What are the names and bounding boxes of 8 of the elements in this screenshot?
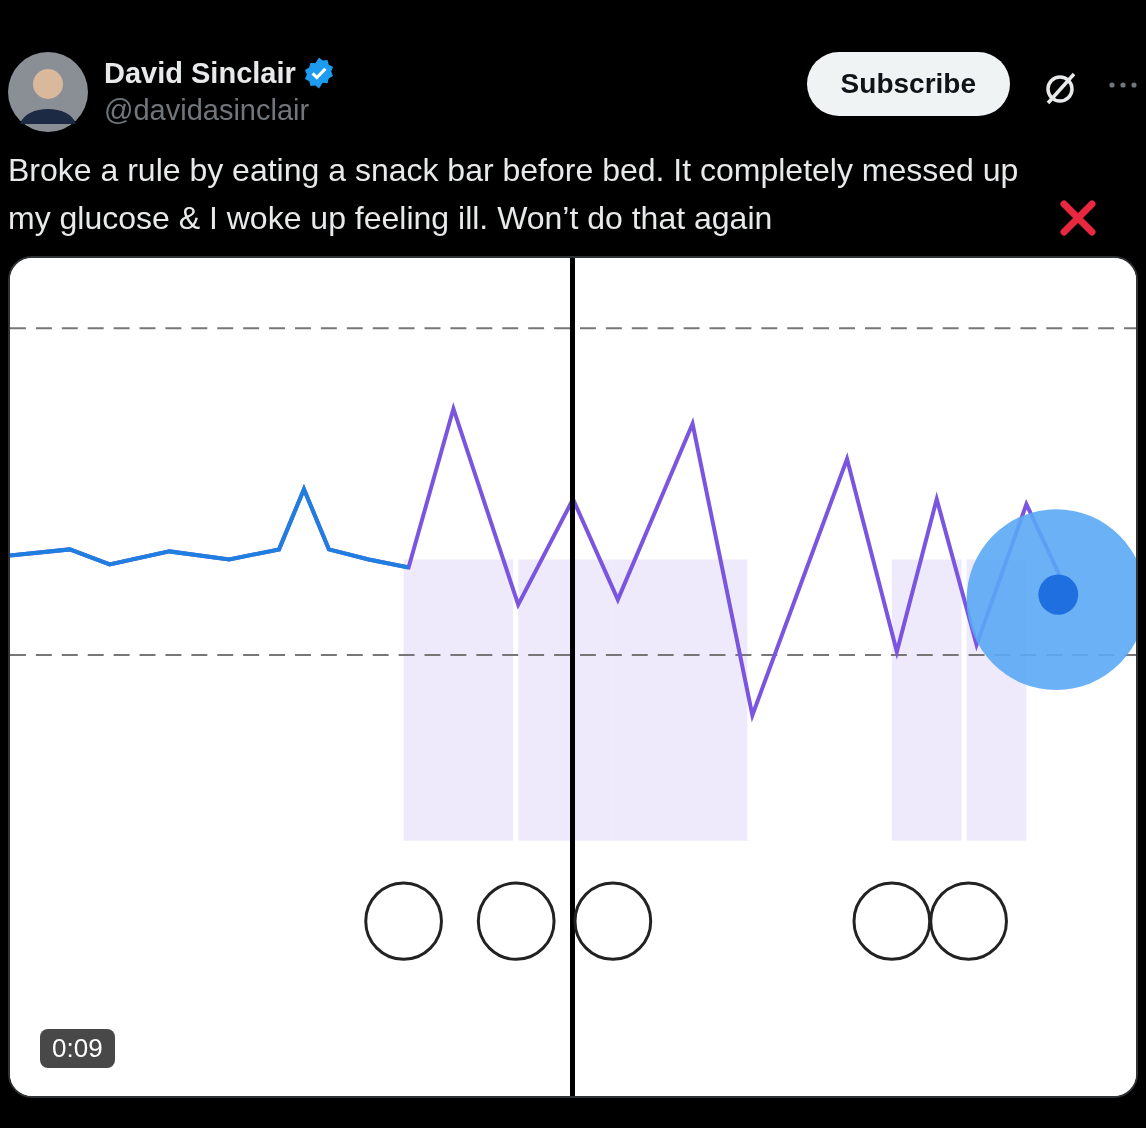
avatar[interactable]	[8, 52, 88, 132]
tweet-text: Broke a rule by eating a snack bar before bed. It completely messed up my glucose & I woke up feeling ill. Won’t do that again	[8, 151, 1020, 238]
author-handle[interactable]: @davidasinclair	[104, 94, 791, 127]
cross-mark-icon	[1058, 198, 1098, 238]
video-timestamp: 0:09	[40, 1029, 115, 1068]
video-frame[interactable]: 0:09	[8, 256, 1138, 1098]
subscribe-button[interactable]: Subscribe	[806, 52, 1010, 116]
author-name[interactable]: David Sinclair	[104, 56, 296, 90]
